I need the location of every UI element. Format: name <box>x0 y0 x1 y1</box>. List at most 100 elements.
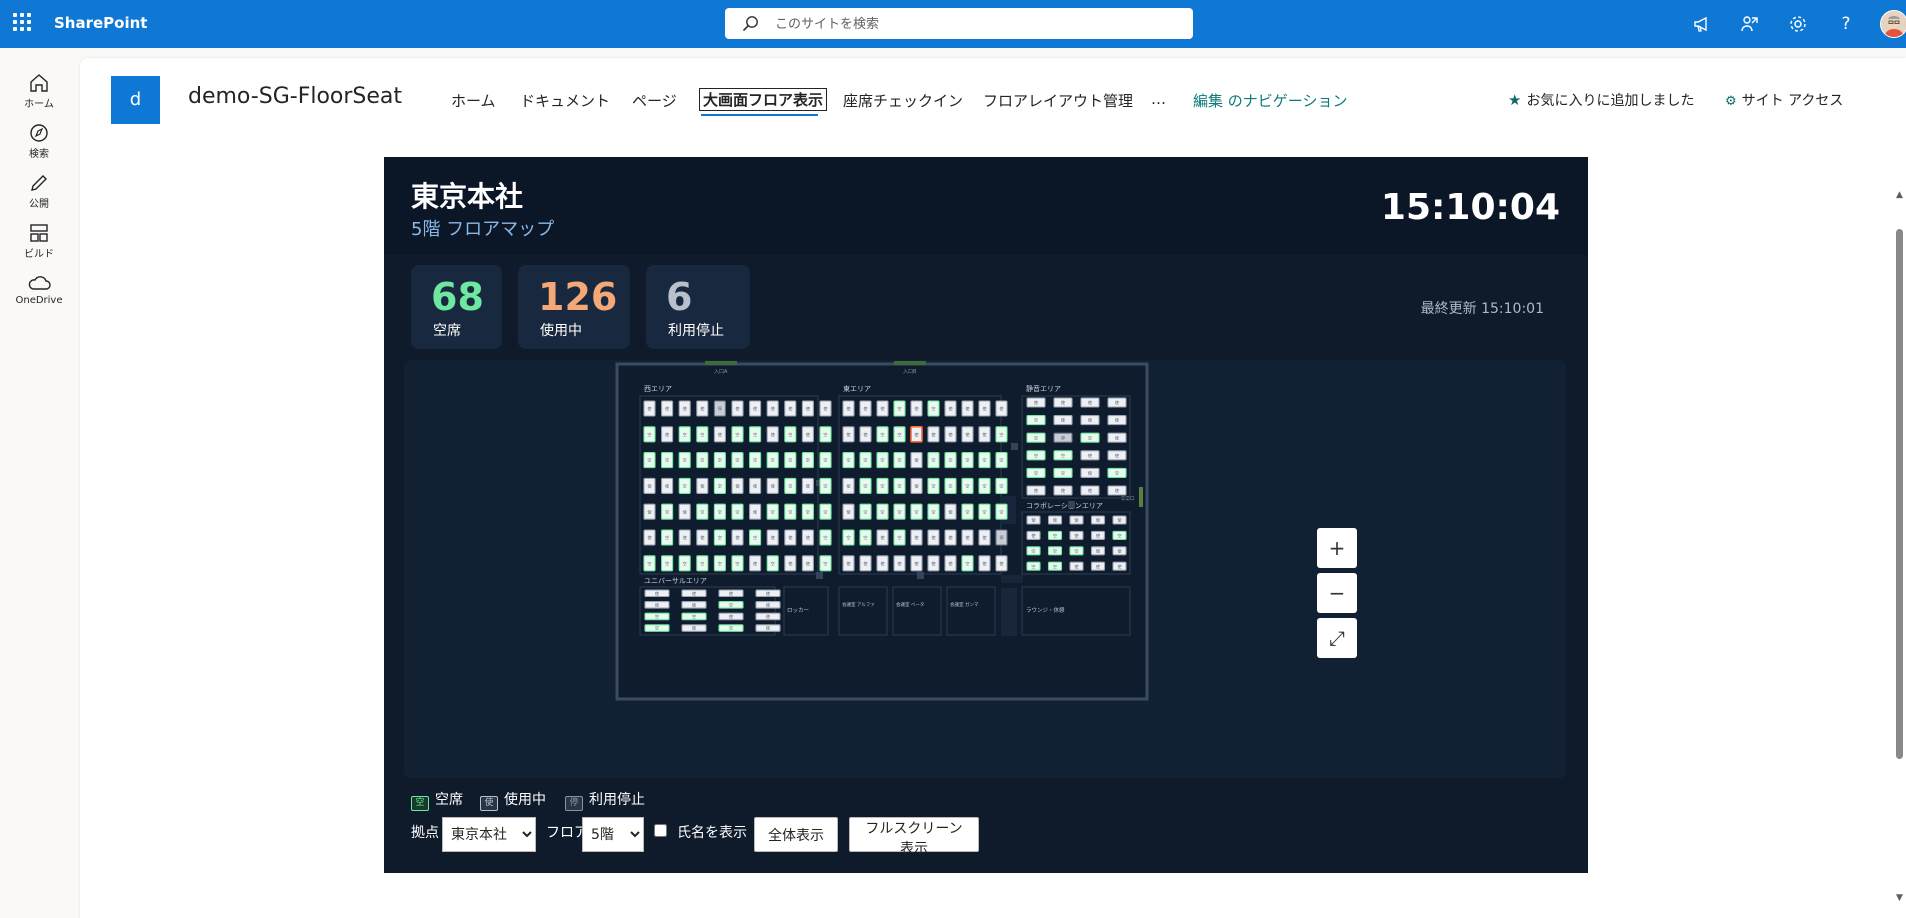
fullscreen-button[interactable]: フルスクリーン表示 <box>849 817 979 857</box>
appbar-item-build[interactable]: ビルド <box>0 218 78 264</box>
area-label-quiet: 静音エリア <box>1026 384 1061 393</box>
legend-swatch-stopped: 停 <box>565 796 583 811</box>
zoom-out-button[interactable]: − <box>1317 573 1357 613</box>
room-label-locker: ロッカー <box>787 607 809 614</box>
settings-icon[interactable] <box>1786 12 1810 36</box>
stat-label: 空席 <box>433 323 461 339</box>
seat-mark: 空 <box>665 457 669 463</box>
nav-documents[interactable]: ドキュメント <box>520 90 610 111</box>
nav-seat-checkin[interactable]: 座席チェックイン <box>843 90 963 111</box>
seat-mark: 空 <box>999 457 1003 463</box>
seat-mark: 空 <box>1031 547 1035 553</box>
seat-mark: 空 <box>647 457 651 463</box>
stat-value: 126 <box>538 275 618 319</box>
floor-select[interactable]: 5階 <box>582 817 644 852</box>
seat-mark: 空 <box>897 431 901 437</box>
seat-mark: 空 <box>788 457 792 463</box>
site-title[interactable]: demo-SG-FloorSeat <box>188 84 402 109</box>
show-all-button[interactable]: 全体表示 <box>754 817 838 852</box>
seat-mark: 空 <box>982 457 986 463</box>
seat-mark: 空 <box>735 560 739 566</box>
people-share-icon[interactable] <box>1738 12 1762 36</box>
pillar <box>1068 501 1075 508</box>
stat-value: 68 <box>431 275 484 319</box>
seat-mark: 空 <box>948 483 952 489</box>
stat-label: 利用停止 <box>668 323 724 339</box>
compass-search-icon <box>30 124 48 142</box>
dashboard-header: 東京本社 5階 フロアマップ 15:10:04 <box>384 157 1588 255</box>
seat-mark: 空 <box>683 483 687 489</box>
seat-mark: 空 <box>1034 417 1038 423</box>
seat-mark: 空 <box>897 534 901 540</box>
megaphone-icon[interactable] <box>1690 12 1714 36</box>
show-names-label[interactable]: 氏名を表示 <box>677 822 747 842</box>
seat-mark: 空 <box>897 483 901 489</box>
room-label-alpha: 会議室 アルファ <box>842 601 875 608</box>
zoom-fit-button[interactable]: ⤢ <box>1317 618 1357 658</box>
seat-mark: 空 <box>931 457 935 463</box>
area-label-east: 東エリア <box>843 384 871 393</box>
seat-mark: 空 <box>948 457 952 463</box>
scrollbar-thumb[interactable] <box>1896 229 1903 759</box>
nav-home[interactable]: ホーム <box>451 90 496 111</box>
appbar-label: ホーム <box>24 99 54 110</box>
appbar-label: OneDrive <box>15 295 63 306</box>
brand-name[interactable]: SharePoint <box>54 14 147 32</box>
floor-map[interactable]: 入口A 入口B 非常口 西エリア 東エリア 静音エリア コラボレーションエリア … <box>404 360 1566 778</box>
app-launcher-icon[interactable] <box>13 13 31 31</box>
appbar-item-home[interactable]: ホーム <box>0 68 78 114</box>
area-label-universal: ユニバーサルエリア <box>644 577 707 585</box>
search-input[interactable] <box>773 12 1177 36</box>
seat-mark: 空 <box>1061 452 1065 458</box>
seat-mark: 空 <box>718 483 722 489</box>
appbar-label: 検索 <box>29 149 49 160</box>
favorite-button[interactable]: ★ お気に入りに追加しました <box>1508 90 1694 110</box>
location-select[interactable]: 東京本社 <box>442 817 536 852</box>
seat-mark: 空 <box>692 613 696 619</box>
site-logo[interactable]: d <box>111 76 160 124</box>
nav-more[interactable]: … <box>1151 90 1166 108</box>
stat-occupied: 126 使用中 <box>518 265 630 349</box>
seat-mark: 空 <box>931 508 935 514</box>
zoom-in-button[interactable]: + <box>1317 528 1357 568</box>
scroll-down-arrow[interactable]: ▼ <box>1893 893 1906 905</box>
search-icon <box>742 16 758 32</box>
seat-mark: 空 <box>718 508 722 514</box>
seat-mark: 空 <box>999 508 1003 514</box>
seat-mark: 空 <box>700 431 704 437</box>
appbar-item-publish[interactable]: 公開 <box>0 168 78 214</box>
appbar-item-search[interactable]: 検索 <box>0 118 78 164</box>
help-icon[interactable]: ? <box>1834 12 1858 36</box>
seat-mark: 空 <box>735 457 739 463</box>
nav-floor-display[interactable]: 大画面フロア表示 <box>699 88 828 111</box>
nav-pages[interactable]: ページ <box>632 90 677 111</box>
corridor-block <box>1001 575 1023 583</box>
site-search-box[interactable] <box>725 8 1193 39</box>
seat-mark: 空 <box>735 431 739 437</box>
avatar[interactable] <box>1880 10 1906 38</box>
nav-floor-layout[interactable]: フロアレイアウト管理 <box>983 90 1133 111</box>
seat-mark: 空 <box>863 508 867 514</box>
appbar-item-onedrive[interactable]: OneDrive <box>0 268 78 314</box>
nav-selected-indicator <box>701 114 818 116</box>
seat-mark: 空 <box>999 431 1003 437</box>
show-names-checkbox[interactable] <box>654 824 667 837</box>
seat-mark: 空 <box>823 508 827 514</box>
side-exit-bar <box>1139 487 1143 507</box>
seat-mark: 空 <box>683 457 687 463</box>
legend-vacant: 空空席 <box>411 789 463 811</box>
seat-mark: 空 <box>846 534 850 540</box>
nav-edit[interactable]: 編集 のナビゲーション <box>1193 90 1347 111</box>
seat-mark: 空 <box>982 508 986 514</box>
scroll-up-arrow[interactable]: ▲ <box>1893 190 1906 202</box>
entrance-b-label: 入口B <box>903 369 917 375</box>
seat-mark: 空 <box>1117 532 1121 538</box>
seat-mark: 空 <box>931 483 935 489</box>
floor-map-label: 5階 フロアマップ <box>411 219 555 240</box>
corridor-block <box>1001 588 1017 636</box>
people-settings-icon: ⚙ <box>1725 94 1737 109</box>
floor-map-viewport[interactable]: 入口A 入口B 非常口 西エリア 東エリア 静音エリア コラボレーションエリア … <box>404 360 1566 778</box>
site-access-button[interactable]: ⚙ サイト アクセス <box>1725 90 1843 110</box>
office-name: 東京本社 <box>411 180 524 213</box>
favorite-label: お気に入りに追加しました <box>1526 93 1695 109</box>
